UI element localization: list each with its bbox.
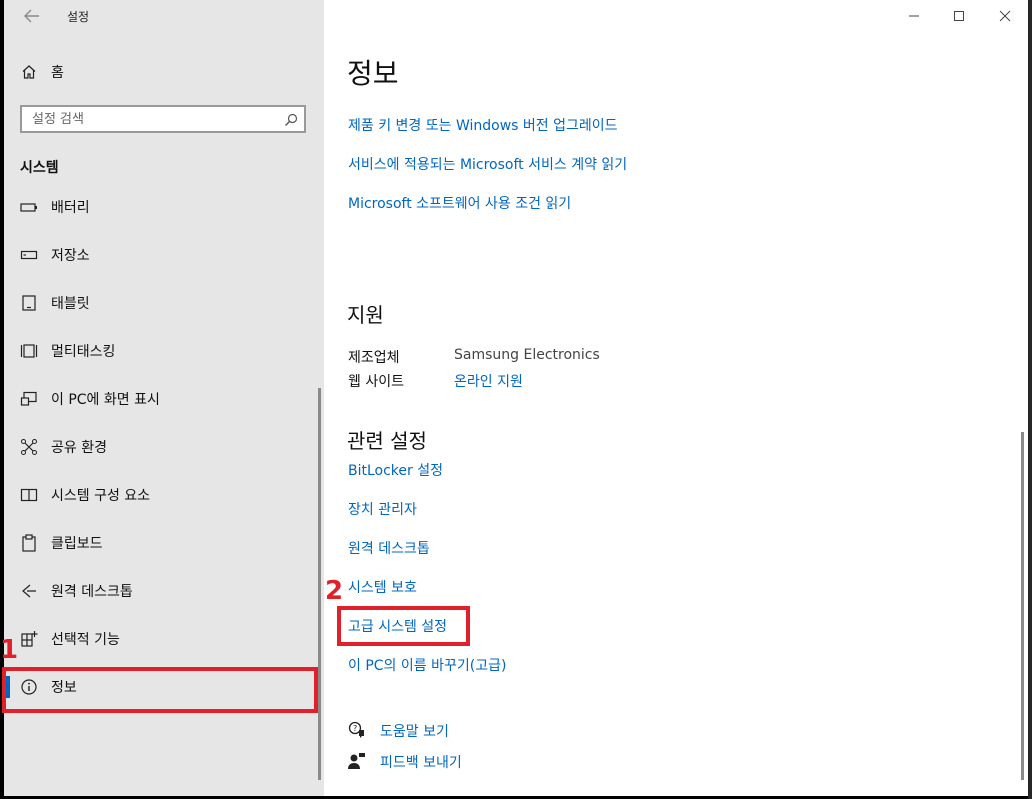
- sidebar-item-label: 원격 데스크톱: [51, 584, 133, 600]
- svg-text:?: ?: [353, 724, 357, 733]
- sidebar-item-multitasking[interactable]: 멀티태스킹: [4, 332, 324, 372]
- manufacturer-label: 제조업체: [348, 350, 400, 366]
- storage-icon: [20, 246, 38, 264]
- sidebar-item-label: 이 PC에 화면 표시: [51, 392, 160, 408]
- link-service-agreement[interactable]: 서비스에 적용되는 Microsoft 서비스 계약 읽기: [348, 154, 627, 174]
- search-input[interactable]: [32, 110, 272, 128]
- feedback-label: 피드백 보내기: [380, 755, 462, 771]
- support-title: 지원: [347, 303, 384, 327]
- content-scrollbar[interactable]: [1021, 432, 1024, 780]
- sidebar-item-label: 공유 환경: [51, 440, 107, 456]
- sidebar-item-label: 시스템 구성 요소: [51, 488, 151, 504]
- sidebar-item-label: 멀티태스킹: [51, 344, 116, 360]
- sidebar-item-storage[interactable]: 저장소: [4, 236, 324, 276]
- maximize-icon: [954, 11, 964, 21]
- maximize-button[interactable]: [945, 6, 973, 26]
- link-remote-desktop[interactable]: 원격 데스크톱: [348, 538, 430, 558]
- home-icon: [20, 63, 38, 81]
- sidebar-item-home[interactable]: 홈: [4, 53, 324, 93]
- remote-desktop-icon: [20, 582, 38, 600]
- sidebar-item-shared-experiences[interactable]: 공유 환경: [4, 428, 324, 468]
- background-window-edge: [1028, 0, 1032, 799]
- app-title: 설정: [67, 10, 90, 24]
- tablet-icon: [20, 294, 38, 312]
- sidebar-item-tablet[interactable]: 태블릿: [4, 284, 324, 324]
- get-help-label: 도움말 보기: [380, 724, 449, 740]
- link-device-manager[interactable]: 장치 관리자: [348, 499, 417, 519]
- sidebar-item-battery[interactable]: 배터리: [4, 188, 324, 228]
- sidebar-item-remote-desktop[interactable]: 원격 데스크톱: [4, 572, 324, 612]
- help-chat-icon: ?: [348, 721, 366, 739]
- sidebar-item-label: 배터리: [51, 200, 90, 216]
- sidebar-item-optional-features[interactable]: 선택적 기능: [4, 620, 324, 660]
- sidebar-item-label: 저장소: [51, 248, 90, 264]
- arrow-left-icon: [24, 9, 39, 23]
- manufacturer-value: Samsung Electronics: [454, 347, 600, 363]
- sidebar-item-label: 홈: [51, 65, 64, 81]
- back-button[interactable]: [22, 6, 46, 26]
- link-product-key[interactable]: 제품 키 변경 또는 Windows 버전 업그레이드: [348, 115, 618, 135]
- close-icon: [999, 10, 1011, 22]
- sidebar-item-label: 클립보드: [51, 536, 103, 552]
- sidebar-item-project[interactable]: 이 PC에 화면 표시: [4, 380, 324, 420]
- main-content: 정보 제품 키 변경 또는 Windows 버전 업그레이드 서비스에 적용되는…: [324, 0, 1028, 796]
- related-settings-title: 관련 설정: [347, 429, 427, 453]
- link-rename-pc[interactable]: 이 PC의 이름 바꾸기(고급): [348, 655, 506, 675]
- annotation-number-1: 1: [0, 635, 19, 665]
- sidebar-scrollbar[interactable]: [318, 388, 321, 780]
- battery-icon: [20, 198, 38, 216]
- project-icon: [20, 390, 38, 408]
- clipboard-icon: [20, 534, 38, 552]
- annotation-box-2: [337, 606, 470, 646]
- multitasking-icon: [20, 342, 38, 360]
- feedback-icon: [348, 752, 366, 770]
- annotation-box-1: [2, 667, 318, 713]
- search-box[interactable]: [20, 105, 306, 133]
- sidebar-item-components[interactable]: 시스템 구성 요소: [4, 476, 324, 516]
- link-license-terms[interactable]: Microsoft 소프트웨어 사용 조건 읽기: [348, 193, 571, 213]
- page-title: 정보: [347, 57, 399, 90]
- website-label: 웹 사이트: [348, 374, 404, 390]
- link-online-support[interactable]: 온라인 지원: [454, 371, 523, 391]
- link-system-protection[interactable]: 시스템 보호: [348, 577, 417, 597]
- annotation-number-2: 2: [325, 576, 344, 606]
- minimize-icon: [909, 15, 919, 17]
- search-icon[interactable]: [284, 112, 298, 126]
- minimize-button[interactable]: [900, 6, 928, 26]
- close-button[interactable]: [991, 6, 1019, 26]
- sidebar-item-label: 태블릿: [51, 296, 90, 312]
- components-icon: [20, 486, 38, 504]
- shared-experiences-icon: [20, 438, 38, 456]
- sidebar-item-clipboard[interactable]: 클립보드: [4, 524, 324, 564]
- settings-window: 설정 홈 시스템 배터리 저장소: [0, 0, 1028, 796]
- optional-features-icon: [20, 630, 38, 648]
- sidebar-item-label: 선택적 기능: [51, 632, 120, 648]
- link-bitlocker[interactable]: BitLocker 설정: [348, 460, 443, 480]
- section-title: 시스템: [20, 160, 59, 176]
